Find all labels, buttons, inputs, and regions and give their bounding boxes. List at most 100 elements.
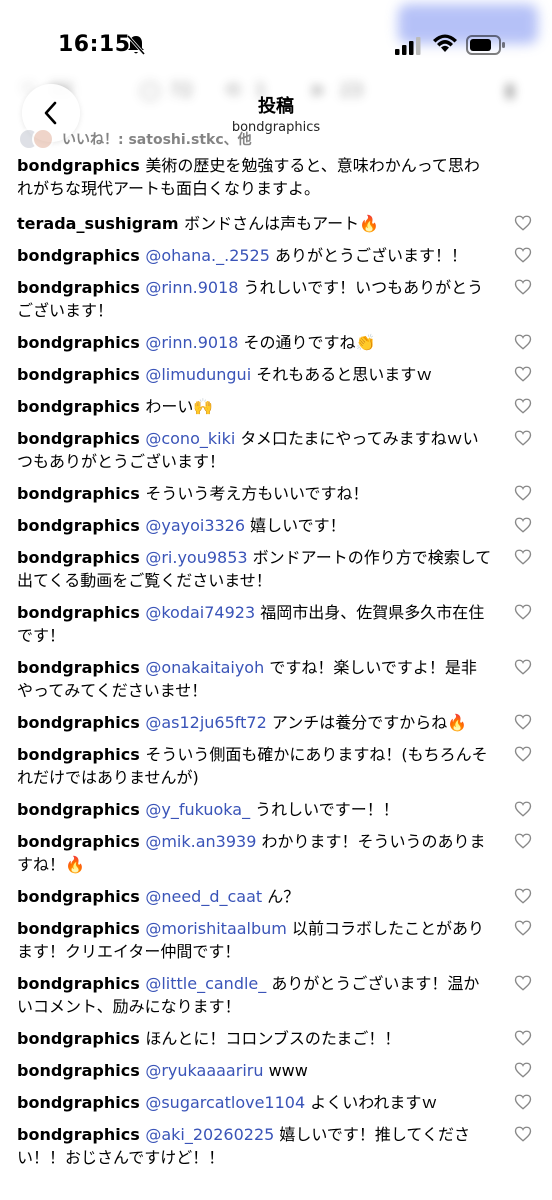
comment-mention[interactable]: @ri.you9853 <box>145 548 252 567</box>
heart-icon[interactable] <box>514 516 532 534</box>
heart-icon[interactable] <box>514 397 532 415</box>
comment-item: bondgraphics @aki_20260225 嬉しいです！推してください… <box>0 1123 552 1169</box>
comment-item: bondgraphics @as12ju65ft72 アンチは養分ですからね🔥 <box>0 711 552 734</box>
comment-mention[interactable]: @y_fukuoka_ <box>145 800 255 819</box>
comment-username[interactable]: bondgraphics <box>17 548 145 567</box>
comment-username[interactable]: bondgraphics <box>17 658 145 677</box>
comment-username[interactable]: bondgraphics <box>17 246 145 265</box>
comment-mention[interactable]: @limudungui <box>145 365 256 384</box>
comment-mention[interactable]: @need_d_caat <box>145 887 267 906</box>
comment-username[interactable]: bondgraphics <box>17 887 145 906</box>
comment-username[interactable]: bondgraphics <box>17 1029 145 1048</box>
comment-mention[interactable]: @onakaitaiyoh <box>145 658 269 677</box>
comment-username[interactable]: bondgraphics <box>17 603 145 622</box>
comment-item: bondgraphics @yayoi3326 嬉しいです！ <box>0 514 552 537</box>
heart-icon[interactable] <box>514 887 532 905</box>
heart-icon[interactable] <box>514 603 532 621</box>
comment-username[interactable]: bondgraphics <box>17 156 145 175</box>
comment-item: bondgraphics @little_candle_ ありがとうございます！… <box>0 972 552 1018</box>
heart-icon[interactable] <box>514 278 532 296</box>
heart-icon[interactable] <box>514 745 532 763</box>
comment-username[interactable]: bondgraphics <box>17 713 145 732</box>
comment-mention[interactable]: @as12ju65ft72 <box>145 713 272 732</box>
comment-username[interactable]: bondgraphics <box>17 333 145 352</box>
comment-username[interactable]: bondgraphics <box>17 919 145 938</box>
comment-item: terada_sushigram ボンドさんは声もアート🔥 <box>0 212 552 235</box>
heart-icon[interactable] <box>514 1093 532 1111</box>
comment-mention[interactable]: @morishitaalbum <box>145 919 292 938</box>
comment-text: その通りですね👏 <box>243 333 376 352</box>
comment-mention[interactable]: @ohana._.2525 <box>145 246 275 265</box>
comment-text: ん？ <box>267 887 300 906</box>
comment-item: bondgraphics わーい🙌 <box>0 395 552 418</box>
comment-mention[interactable]: @little_candle_ <box>145 974 271 993</box>
comment-item: bondgraphics @rinn.9018 その通りですね👏 <box>0 331 552 354</box>
comment-mention[interactable]: @ryukaaaariru <box>145 1061 268 1080</box>
comment-username[interactable]: bondgraphics <box>17 832 145 851</box>
comment-username[interactable]: bondgraphics <box>17 484 145 503</box>
comment-item: bondgraphics @kodai74923 福岡市出身、佐賀県多久市在住で… <box>0 601 552 647</box>
comment-text: ありがとうございます！！ <box>275 246 468 265</box>
comment-text: アンチは養分ですからね🔥 <box>271 713 468 732</box>
heart-icon[interactable] <box>514 246 532 264</box>
heart-icon[interactable] <box>514 919 532 937</box>
comment-item: bondgraphics @y_fukuoka_ うれしいですー！！ <box>0 798 552 821</box>
comment-item: bondgraphics @mik.an3939 わかります！そういうのあります… <box>0 830 552 876</box>
comment-list: bondgraphics 美術の歴史を勉強すると、意味わかんって思われがちな現代… <box>0 154 552 1178</box>
comment-mention[interactable]: @yayoi3326 <box>145 516 250 535</box>
heart-icon[interactable] <box>514 1029 532 1047</box>
comment-item: bondgraphics @ri.you9853 ボンドアートの作り方で検索して… <box>0 546 552 592</box>
comment-text: わーい🙌 <box>145 397 214 416</box>
heart-icon[interactable] <box>514 548 532 566</box>
comment-item: bondgraphics @rinn.9018 うれしいです！いつもありがとうご… <box>0 276 552 322</box>
comment-username[interactable]: bondgraphics <box>17 1061 145 1080</box>
comment-username[interactable]: bondgraphics <box>17 1125 145 1144</box>
comment-item: bondgraphics @ryukaaaariru www <box>0 1059 552 1082</box>
comment-item: bondgraphics @onakaitaiyoh ですね！楽しいですよ！是非… <box>0 656 552 702</box>
heart-icon[interactable] <box>514 214 532 232</box>
comment-text: それもあると思いますｗ <box>256 365 433 384</box>
heart-icon[interactable] <box>514 658 532 676</box>
comment-item: bondgraphics @limudungui それもあると思いますｗ <box>0 363 552 386</box>
avatar <box>32 128 54 150</box>
comment-username[interactable]: bondgraphics <box>17 745 145 764</box>
comment-text: そういう考え方もいいですね！ <box>145 484 369 503</box>
comment-mention[interactable]: @rinn.9018 <box>145 278 243 297</box>
heart-icon[interactable] <box>514 713 532 731</box>
comment-text: 嬉しいです！ <box>250 516 346 535</box>
comment-username[interactable]: bondgraphics <box>17 429 145 448</box>
likes-row[interactable]: いいね！: satoshi.stkc、他 <box>18 126 252 152</box>
heart-icon[interactable] <box>514 429 532 447</box>
comment-username[interactable]: bondgraphics <box>17 516 145 535</box>
comment-item: bondgraphics @ohana._.2525 ありがとうございます！！ <box>0 244 552 267</box>
comment-username[interactable]: bondgraphics <box>17 974 145 993</box>
comment-item: bondgraphics @morishitaalbum 以前コラボしたことがあ… <box>0 917 552 963</box>
page-title: 投稿 <box>258 96 294 117</box>
heart-icon[interactable] <box>514 333 532 351</box>
heart-icon[interactable] <box>514 974 532 992</box>
comment-mention[interactable]: @mik.an3939 <box>145 832 261 851</box>
comment-username[interactable]: bondgraphics <box>17 278 145 297</box>
comment-username[interactable]: bondgraphics <box>17 1093 145 1112</box>
heart-icon[interactable] <box>514 800 532 818</box>
comment-mention[interactable]: @kodai74923 <box>145 603 260 622</box>
comment-item: bondgraphics そういう側面も確かにありますね！(もちろんそれだけでは… <box>0 743 552 789</box>
heart-icon[interactable] <box>514 484 532 502</box>
bell-muted-icon <box>126 35 146 55</box>
comment-item: bondgraphics @need_d_caat ん？ <box>0 885 552 908</box>
heart-icon[interactable] <box>514 1061 532 1079</box>
comment-username[interactable]: bondgraphics <box>17 365 145 384</box>
comment-text: うれしいですー！！ <box>255 800 399 819</box>
likes-text: いいね！: satoshi.stkc、他 <box>62 132 252 148</box>
comment-mention[interactable]: @aki_20260225 <box>145 1125 279 1144</box>
comment-username[interactable]: bondgraphics <box>17 397 145 416</box>
comment-mention[interactable]: @sugarcatlove1104 <box>145 1093 310 1112</box>
comment-username[interactable]: bondgraphics <box>17 800 145 819</box>
heart-icon[interactable] <box>514 365 532 383</box>
wifi-icon <box>433 34 457 52</box>
heart-icon[interactable] <box>514 1125 532 1143</box>
heart-icon[interactable] <box>514 832 532 850</box>
comment-username[interactable]: terada_sushigram <box>17 214 184 233</box>
comment-mention[interactable]: @rinn.9018 <box>145 333 243 352</box>
comment-mention[interactable]: @cono_kiki <box>145 429 240 448</box>
